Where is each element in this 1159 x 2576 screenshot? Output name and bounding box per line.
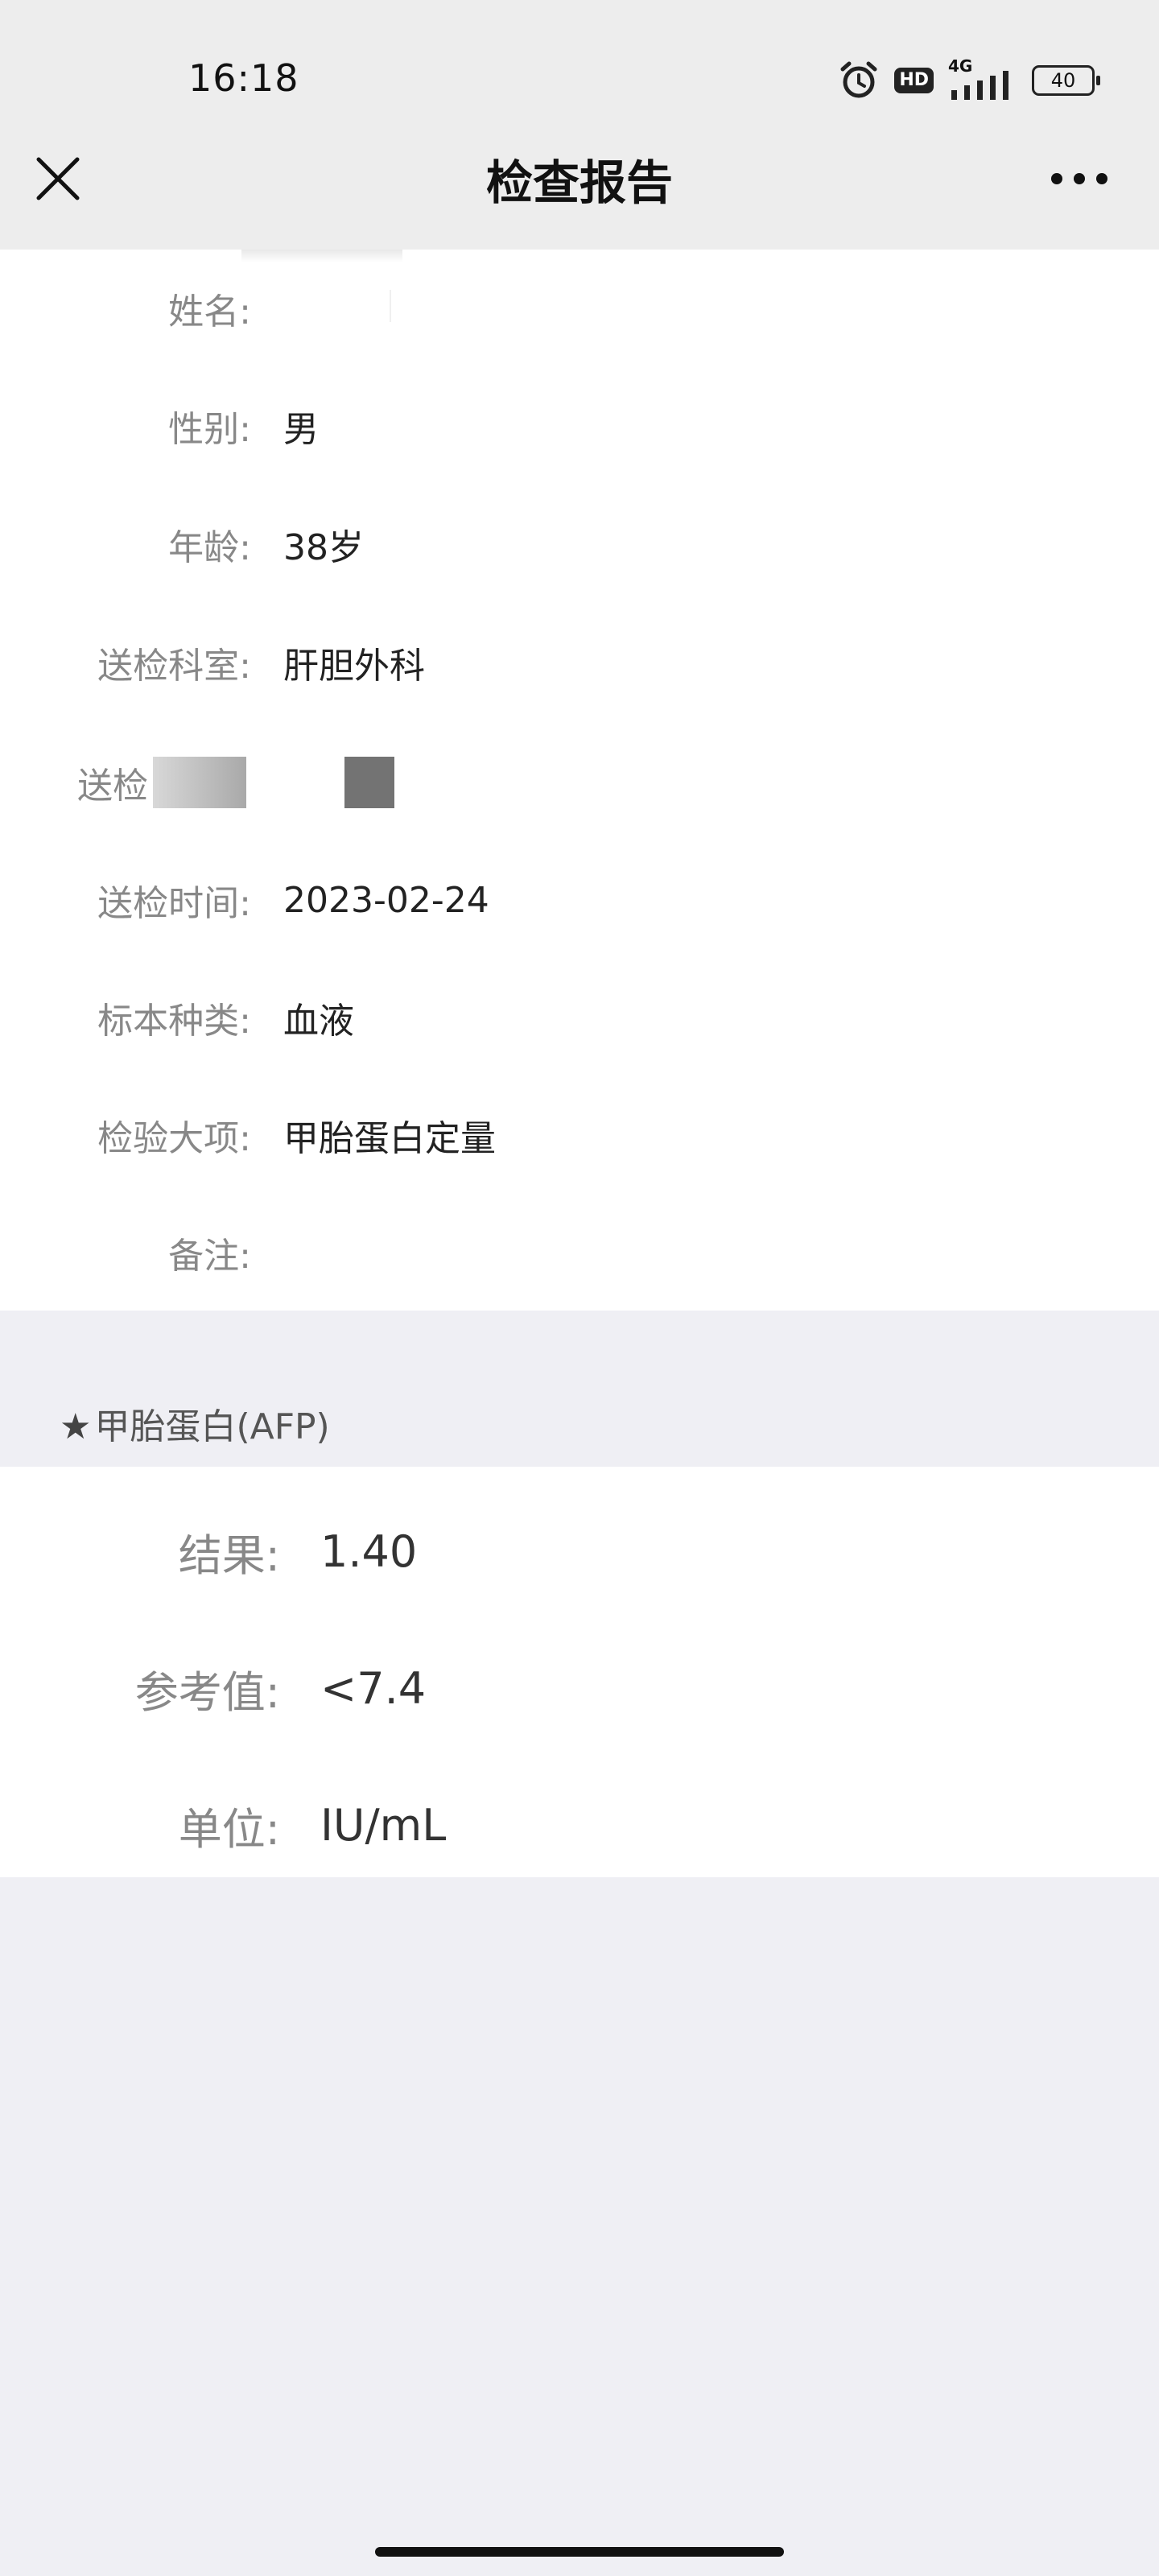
home-indicator[interactable]	[375, 2547, 784, 2557]
info-value: 肝胆外科	[283, 646, 425, 687]
status-time: 16:18	[188, 56, 299, 100]
star-icon: ★	[60, 1406, 92, 1447]
info-label: 姓名:	[168, 291, 251, 332]
top-bar: 16:18 HD 4G 40 检查报告	[0, 0, 1159, 250]
info-label: 标本种类:	[97, 1001, 251, 1042]
info-row-specimen: 标本种类: 血液	[0, 985, 1159, 1050]
alarm-clock-icon	[840, 61, 877, 98]
result-value: IU/mL	[320, 1799, 447, 1851]
info-row-gender: 性别: 男	[0, 394, 1159, 458]
info-label: 送检科室:	[97, 646, 251, 687]
info-value: 2023-02-24	[283, 879, 489, 921]
info-label: 检验大项:	[97, 1118, 251, 1159]
signal-strength-icon	[951, 71, 1008, 100]
info-value: 38岁	[283, 527, 364, 568]
info-label: 备注:	[168, 1236, 251, 1277]
result-label: 结果:	[178, 1530, 280, 1581]
result-row-reference: 参考值: <7.4	[0, 1652, 1159, 1724]
result-label: 参考值:	[134, 1666, 280, 1718]
info-row-test-item: 检验大项: 甲胎蛋白定量	[0, 1103, 1159, 1167]
info-row-age: 年龄: 38岁	[0, 512, 1159, 576]
redaction-blur	[153, 757, 246, 808]
more-dot	[1051, 173, 1062, 184]
patient-info-section: 姓名: 性别: 男 年龄: 38岁 送检科室: 肝胆外科 送检 送检时间: 20…	[0, 250, 1159, 1311]
info-value: 血液	[283, 1001, 354, 1042]
page-title: 检查报告	[485, 155, 673, 210]
result-value: <7.4	[320, 1662, 427, 1714]
result-row-unit: 单位: IU/mL	[0, 1789, 1159, 1861]
battery-icon: 40	[1032, 65, 1100, 96]
redaction-mark	[241, 250, 402, 262]
hd-badge: HD	[894, 68, 934, 93]
network-indicator: 4G	[948, 56, 1017, 101]
section-header: ★甲胎蛋白(AFP)	[0, 1311, 1159, 1467]
battery-level: 40	[1050, 69, 1076, 92]
info-label: 送检时间:	[97, 883, 251, 924]
info-value: 甲胎蛋白定量	[283, 1118, 496, 1159]
result-value: 1.40	[320, 1525, 418, 1577]
status-icons: HD 4G 40	[838, 56, 1100, 101]
result-label: 单位:	[178, 1803, 280, 1855]
info-row-department: 送检科室: 肝胆外科	[0, 630, 1159, 695]
info-row-remarks: 备注:	[0, 1220, 1159, 1285]
more-dot	[1096, 173, 1107, 184]
info-row-name: 姓名:	[0, 276, 1159, 341]
more-dot	[1074, 173, 1085, 184]
info-value: 男	[283, 409, 319, 450]
result-section: 结果: 1.40 参考值: <7.4 单位: IU/mL	[0, 1467, 1159, 1877]
info-label: 年龄:	[168, 527, 251, 568]
result-row-result: 结果: 1.40	[0, 1515, 1159, 1587]
redaction-block	[344, 757, 394, 808]
more-options-icon[interactable]	[1051, 171, 1107, 187]
info-label: 性别:	[168, 409, 251, 450]
section-title-text: 甲胎蛋白(AFP)	[94, 1406, 330, 1447]
info-row-time: 送检时间: 2023-02-24	[0, 868, 1159, 932]
section-title: ★甲胎蛋白(AFP)	[60, 1397, 330, 1449]
